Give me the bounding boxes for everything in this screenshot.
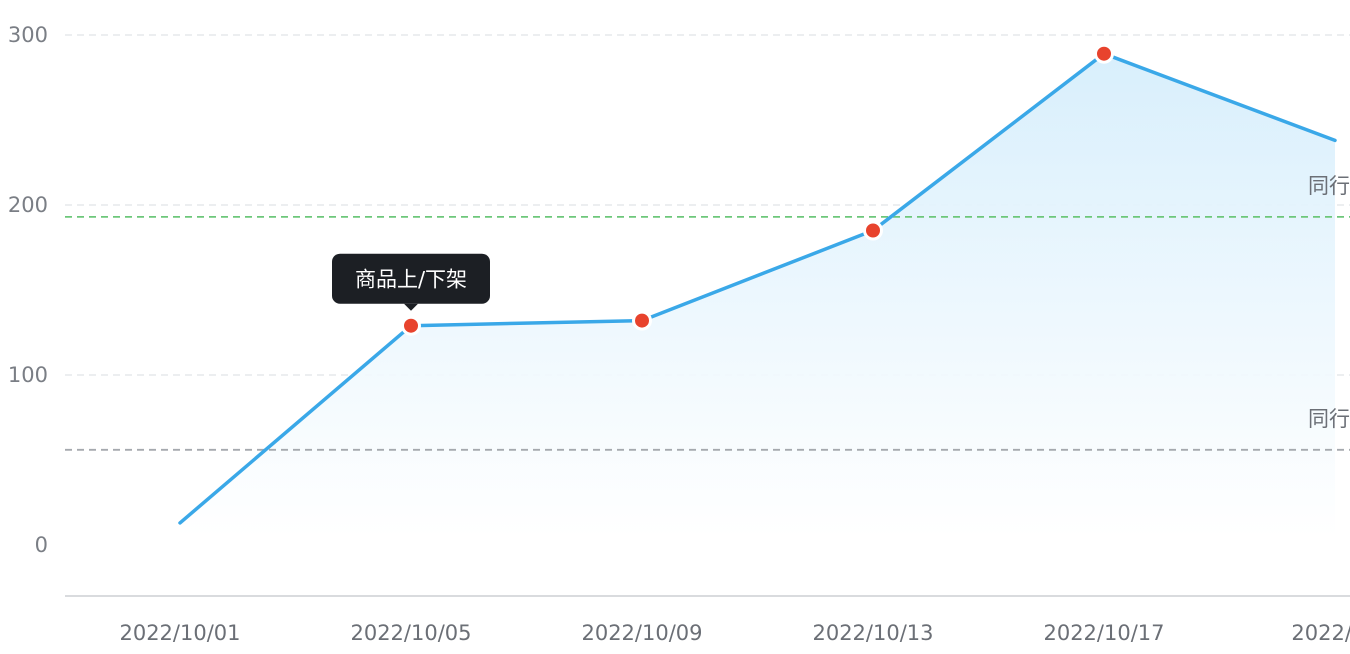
data-point	[632, 310, 652, 331]
line-area-chart: 同行 同行 0 100 200 300 2022/10/01 2022/10/05 2022/…	[0, 0, 1350, 650]
reference-line-label: 同行	[1308, 407, 1350, 431]
x-tick-label: 2022/10/05	[350, 621, 471, 645]
data-point	[401, 315, 421, 336]
y-tick-label: 300	[8, 23, 48, 47]
chart-svg: 同行同行 01002003002022/10/01 2022/10/05 2022/…	[8, 23, 1350, 645]
data-point	[1094, 43, 1114, 64]
annotation-text: 商品上/下架	[355, 268, 467, 292]
x-tick-label: 2022/10/13	[812, 621, 933, 645]
x-tick-label: 2022/10/17	[1043, 621, 1164, 645]
y-tick-label: 0	[35, 533, 48, 557]
tooltip-arrow	[404, 303, 418, 311]
y-tick-label: 200	[8, 193, 48, 217]
x-tick-label: 2022/10	[1291, 621, 1350, 645]
data-point	[863, 220, 883, 241]
x-tick-label: 2022/10/01	[119, 621, 240, 645]
x-tick-label: 2022/10/09	[581, 621, 702, 645]
reference-line-label: 同行	[1308, 174, 1350, 198]
y-tick-label: 100	[8, 363, 48, 387]
